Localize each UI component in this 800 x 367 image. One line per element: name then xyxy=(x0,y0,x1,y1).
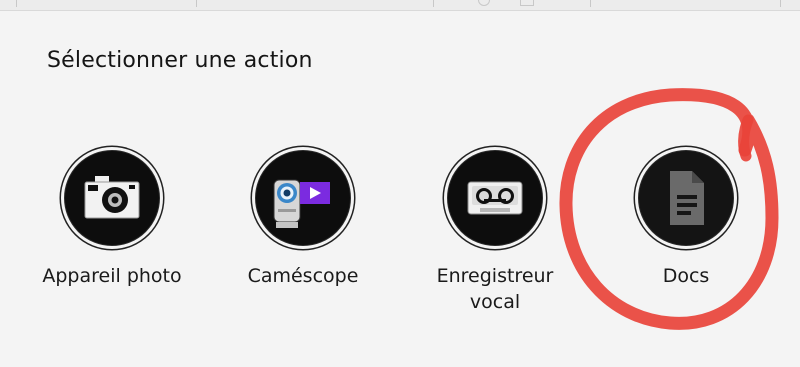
camcorder-icon-circle xyxy=(255,150,351,246)
camera-icon-circle xyxy=(64,150,160,246)
divider xyxy=(16,0,17,7)
camera-icon xyxy=(84,176,140,219)
action-voice-recorder[interactable]: Enregistreur vocal xyxy=(420,150,570,315)
voice-recorder-icon xyxy=(467,181,523,215)
document-icon xyxy=(670,171,704,225)
action-label: Caméscope xyxy=(247,265,359,287)
action-camcorder[interactable]: Caméscope xyxy=(228,150,378,289)
voice-recorder-icon-circle xyxy=(447,150,543,246)
action-label: Docs xyxy=(662,265,710,287)
action-camera[interactable]: Appareil photo xyxy=(37,150,187,289)
divider xyxy=(433,0,434,7)
divider xyxy=(780,0,781,7)
divider xyxy=(196,0,197,7)
indicator-icon xyxy=(520,0,534,6)
indicator-icon xyxy=(478,0,490,6)
document-icon-circle xyxy=(638,150,734,246)
top-strip xyxy=(0,0,800,11)
camcorder-icon xyxy=(273,179,330,228)
action-docs[interactable]: Docs xyxy=(611,150,761,289)
divider xyxy=(590,0,591,7)
dialog-title: Sélectionner une action xyxy=(47,48,313,73)
action-label: Appareil photo xyxy=(42,265,182,287)
action-label: Enregistreur vocal xyxy=(436,265,554,313)
